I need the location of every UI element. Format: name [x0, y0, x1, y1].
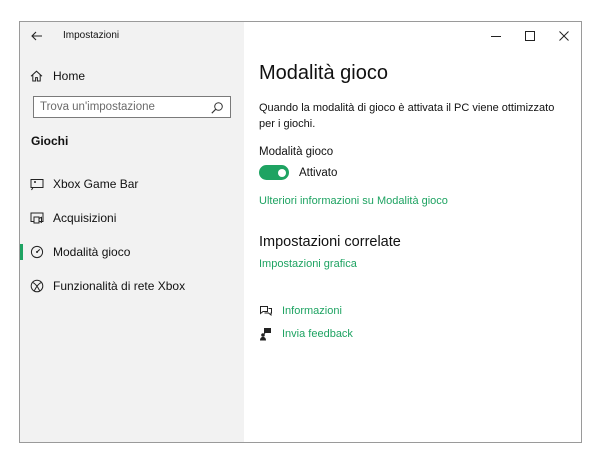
maximize-button[interactable] — [513, 22, 547, 50]
feedback-icon — [260, 328, 271, 341]
back-button[interactable] — [26, 26, 48, 46]
section-title: Giochi — [31, 134, 69, 148]
main-content: Modalità gioco Quando la modalità di gio… — [244, 22, 581, 442]
graphics-settings-link[interactable]: Impostazioni grafica — [259, 258, 357, 270]
sidebar-item-captures[interactable]: Acquisizioni — [20, 201, 244, 235]
nav-label: Modalità gioco — [53, 245, 131, 259]
more-info-link[interactable]: Ulteriori informazioni su Modalità gioco — [259, 195, 448, 207]
sidebar-item-game-mode[interactable]: Modalità gioco — [20, 235, 244, 269]
page-description: Quando la modalità di gioco è attivata i… — [259, 102, 555, 130]
sidebar-nav: Xbox Game Bar Acquisizioni Modalità gioc… — [20, 167, 244, 303]
close-button[interactable] — [547, 22, 581, 50]
minimize-button[interactable] — [479, 22, 513, 50]
settings-window: Impostazioni Home Giochi Xbox Game Bar — [19, 21, 582, 443]
search-input[interactable] — [34, 98, 208, 116]
game-mode-toggle[interactable] — [259, 165, 289, 180]
title-bar: Impostazioni — [20, 22, 244, 50]
window-title: Impostazioni — [63, 30, 120, 41]
home-icon — [30, 70, 43, 82]
window-controls — [479, 22, 581, 50]
related-settings-title: Impostazioni correlate — [259, 234, 401, 250]
home-label: Home — [53, 69, 86, 83]
sidebar-item-home[interactable]: Home — [30, 66, 85, 86]
xbox-logo-icon — [30, 279, 44, 293]
nav-label: Xbox Game Bar — [53, 177, 139, 191]
get-help-link[interactable]: Informazioni — [259, 304, 342, 318]
nav-label: Funzionalità di rete Xbox — [53, 279, 186, 293]
minimize-icon — [491, 36, 501, 37]
game-mode-icon — [30, 245, 44, 259]
close-icon — [559, 31, 569, 41]
page-title: Modalità gioco — [259, 62, 388, 84]
nav-label: Acquisizioni — [53, 211, 117, 225]
toggle-state-text: Attivato — [299, 166, 338, 179]
back-arrow-icon — [31, 31, 42, 41]
search-icon[interactable] — [210, 101, 224, 115]
help-link-label[interactable]: Informazioni — [282, 305, 342, 317]
xbox-game-bar-icon — [30, 179, 44, 191]
game-mode-toggle-label: Modalità gioco — [259, 146, 334, 158]
toggle-knob — [278, 168, 286, 177]
sidebar-item-xbox-game-bar[interactable]: Xbox Game Bar — [20, 167, 244, 201]
search-box[interactable] — [33, 96, 231, 118]
get-help-icon — [260, 306, 272, 317]
maximize-icon — [525, 31, 535, 41]
feedback-link-label[interactable]: Invia feedback — [282, 328, 353, 340]
sidebar: Impostazioni Home Giochi Xbox Game Bar — [20, 22, 244, 442]
captures-icon — [30, 212, 44, 224]
game-mode-toggle-row: Attivato — [259, 165, 337, 180]
send-feedback-link[interactable]: Invia feedback — [259, 327, 353, 341]
sidebar-item-xbox-networking[interactable]: Funzionalità di rete Xbox — [20, 269, 244, 303]
